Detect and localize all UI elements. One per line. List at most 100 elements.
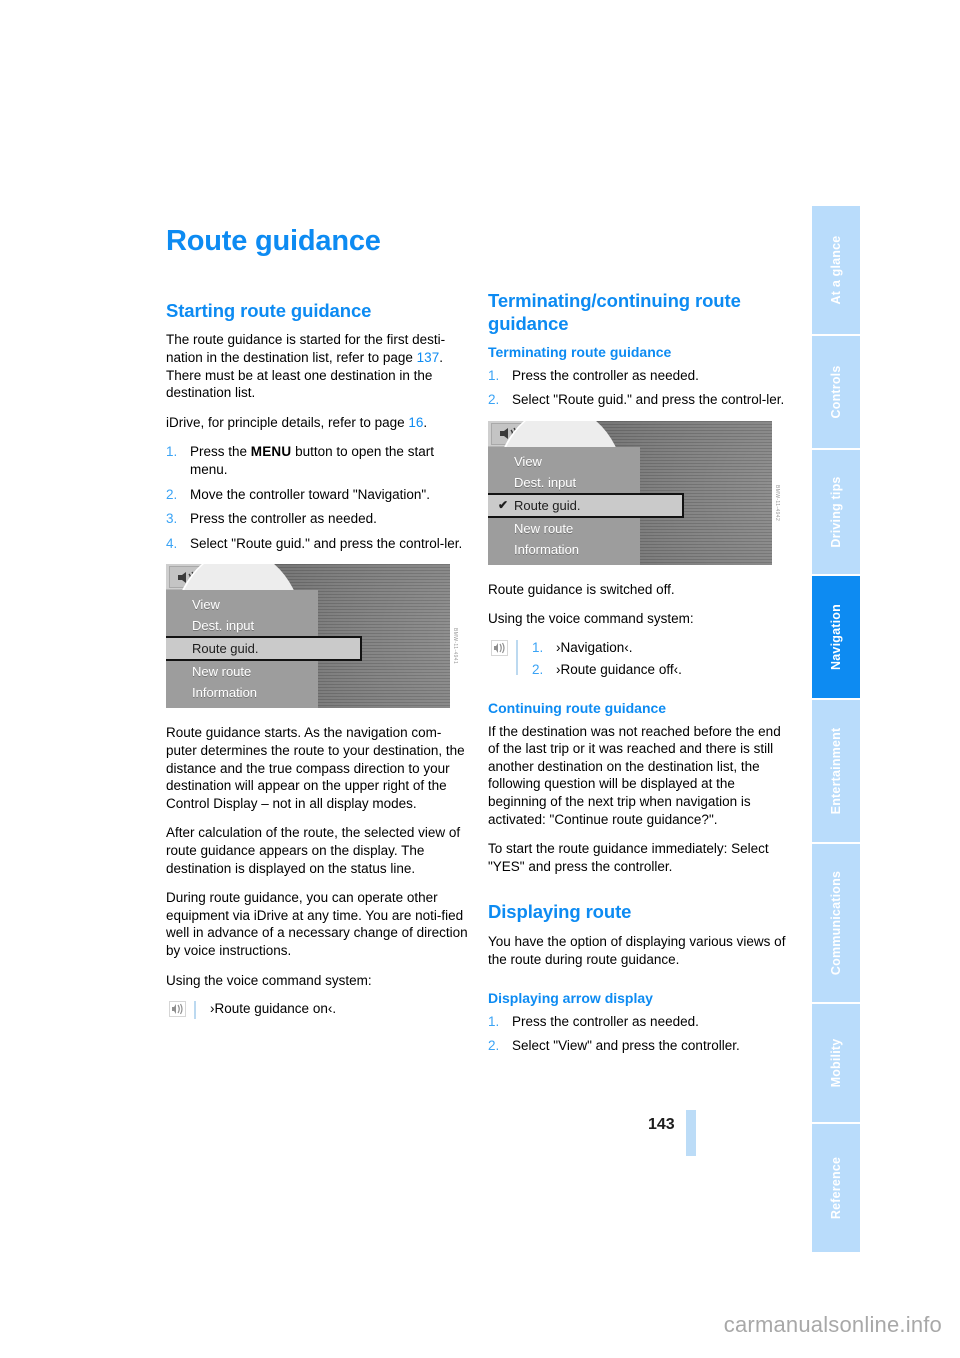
starting-steps-list: 1. Press the MENU button to open the star… xyxy=(166,443,472,552)
right-column: Terminating/continuing route guidance Te… xyxy=(488,290,794,1067)
subheading-terminating-route-guidance: Terminating route guidance xyxy=(488,344,672,361)
manual-page: At a glance Controls Driving tips Naviga… xyxy=(0,0,960,1358)
step-text: Select "View" and press the controller. xyxy=(512,1038,740,1054)
sidebar-tab-mobility[interactable]: Mobility xyxy=(812,1004,860,1122)
step-number: 1. xyxy=(166,444,178,460)
voice-command-icon xyxy=(491,640,508,656)
sidebar-tab-entertainment[interactable]: Entertainment xyxy=(812,700,860,842)
list-item: 2. ›Route guidance off‹. xyxy=(532,661,794,679)
sidebar-tab-label: Navigation xyxy=(829,604,843,670)
section-heading-starting-route-guidance: Starting route guidance xyxy=(166,299,372,321)
menu-item-route-guid-label: Route guid. xyxy=(514,497,581,513)
idrive-screen-figure-left: View Dest. input Route guid. New route I… xyxy=(166,564,472,709)
voice-command-block-right: 1. ›Navigation‹. 2. ›Route guidance off‹. xyxy=(488,639,794,678)
idrive-screen: View Dest. input ✔ Route guid. New route … xyxy=(488,420,772,565)
paragraph-using-voice-command: Using the voice command system: xyxy=(488,611,694,627)
paragraph-intro-2: iDrive, for principle details, refer to … xyxy=(166,414,472,432)
list-item: 1. Press the MENU button to open the star… xyxy=(166,443,472,478)
page-reference-137[interactable]: 137 xyxy=(417,350,440,365)
list-item: 3. Press the controller as needed. xyxy=(166,510,472,528)
idrive-text-b: . xyxy=(423,414,428,430)
step-text: Select "Route guid." and press the contr… xyxy=(512,392,785,408)
figure-code: BMW-11-4942 xyxy=(774,484,780,521)
paragraph-displaying-route-body: You have the option of displaying variou… xyxy=(488,934,786,967)
intro-text-b: . xyxy=(439,350,443,366)
sidebar-tab-communications[interactable]: Communications xyxy=(812,844,860,1002)
intro-text-a: The route guidance is started for the fi… xyxy=(166,332,446,366)
step-number: 3. xyxy=(166,511,178,527)
checkmark-icon: ✔ xyxy=(498,497,509,512)
section-tab-rail: At a glance Controls Driving tips Naviga… xyxy=(812,206,860,1252)
section-heading-displaying-route: Displaying route xyxy=(488,901,632,923)
sidebar-tab-driving-tips[interactable]: Driving tips xyxy=(812,450,860,574)
voice-command-icon xyxy=(169,1001,186,1018)
menu-item-split[interactable]: Split xyxy=(488,560,640,565)
paragraph-using-voice-command: Using the voice command system: xyxy=(166,972,372,988)
menu-item-view[interactable]: View xyxy=(166,594,318,615)
step-text: Press the controller as needed. xyxy=(190,511,377,527)
menu-item-split[interactable]: Split xyxy=(166,703,318,708)
sidebar-tab-label: Driving tips xyxy=(829,476,843,548)
page-title: Route guidance xyxy=(166,225,381,257)
arrow-display-steps-list: 1. Press the controller as needed. 2. Sele… xyxy=(488,1013,794,1055)
voice-command-block-left: ›Route guidance on‹. xyxy=(166,1000,472,1022)
step-text: Press the controller as needed. xyxy=(512,367,699,383)
idrive-screen-figure-right: View Dest. input ✔ Route guid. New route … xyxy=(488,420,794,565)
step-number: 1. xyxy=(488,1013,500,1029)
step-number: 4. xyxy=(166,535,178,551)
step-text: Select "Route guid." and press the contr… xyxy=(190,535,463,551)
paragraph-continuing-body: If the destination was not reached befor… xyxy=(488,723,781,827)
paragraph-start-immediately: To start the route guidance immediately:… xyxy=(488,841,769,874)
menu-item-split-label: Split xyxy=(192,706,217,708)
menu-item-new-route[interactable]: New route xyxy=(488,518,640,539)
subheading-displaying-arrow-display: Displaying arrow display xyxy=(488,990,653,1007)
paragraph-route-guidance-starts: Route guidance starts. As the navigation… xyxy=(166,725,465,811)
menu-item-dest-input[interactable]: Dest. input xyxy=(166,615,318,636)
menu-item-information[interactable]: Information xyxy=(166,682,318,703)
subheading-continuing-route-guidance: Continuing route guidance xyxy=(488,700,667,717)
sidebar-tab-label: Entertainment xyxy=(829,727,843,815)
section-heading-terminating-continuing: Terminating/continuing route guidance xyxy=(488,290,741,334)
voice-command-rule xyxy=(516,640,518,676)
sidebar-tab-navigation[interactable]: Navigation xyxy=(812,576,860,698)
left-column: Route guidance Starting route guidance T… xyxy=(166,225,472,1034)
voice-command-steps: 1. ›Navigation‹. 2. ›Route guidance off‹. xyxy=(532,639,794,678)
menu-item-view[interactable]: View xyxy=(488,451,640,472)
step-number: 1. xyxy=(488,367,500,383)
page-edge-marker xyxy=(686,1110,696,1156)
list-item: 4. Select "Route guid." and press the con… xyxy=(166,535,472,553)
sidebar-tab-label: At a glance xyxy=(829,235,843,305)
step-number: 2. xyxy=(532,661,544,677)
sidebar-tab-at-a-glance[interactable]: At a glance xyxy=(812,206,860,334)
figure-code: BMW-11-4941 xyxy=(452,628,458,665)
paragraph-route-guidance-off: Route guidance is switched off. xyxy=(488,581,675,597)
step-text-a: Press the xyxy=(190,444,251,460)
step-number: 1. xyxy=(532,640,544,655)
menu-item-route-guid-selected[interactable]: ✔ Route guid. xyxy=(488,492,684,518)
sidebar-tab-label: Controls xyxy=(829,365,843,419)
menu-item-route-guid-selected[interactable]: Route guid. xyxy=(166,636,362,662)
idrive-menu-list: View Dest. input ✔ Route guid. New route … xyxy=(488,446,684,565)
step-number: 2. xyxy=(488,392,500,408)
step-number: 2. xyxy=(166,486,178,502)
page-reference-16[interactable]: 16 xyxy=(408,415,423,430)
list-item: 1. Press the controller as needed. xyxy=(488,1013,794,1031)
voice-command-text: ›Route guidance on‹. xyxy=(210,1001,337,1017)
voice-step-text: ›Route guidance off‹. xyxy=(556,661,682,677)
menu-button-keycap: MENU xyxy=(250,444,292,460)
voice-step-text: ›Navigation‹. xyxy=(556,640,633,655)
sidebar-tab-controls[interactable]: Controls xyxy=(812,336,860,448)
sidebar-tab-reference[interactable]: Reference xyxy=(812,1124,860,1252)
menu-item-information[interactable]: Information xyxy=(488,539,640,560)
sidebar-tab-label: Mobility xyxy=(829,1038,843,1088)
page-number: 143 xyxy=(648,1116,675,1133)
paragraph-after-calculation: After calculation of the route, the sele… xyxy=(166,825,461,876)
paragraph-intro-1: The route guidance is started for the fi… xyxy=(166,331,472,401)
intro-text-c: There must be at least one destination i… xyxy=(166,367,433,401)
menu-item-dest-input[interactable]: Dest. input xyxy=(488,472,640,493)
menu-item-new-route[interactable]: New route xyxy=(166,661,318,682)
list-item: 2. Select "Route guid." and press the con… xyxy=(488,391,794,409)
paragraph-during-route-guidance: During route guidance, you can operate o… xyxy=(166,890,468,958)
idrive-text-a: iDrive, for principle details, refer to … xyxy=(166,414,409,430)
sidebar-tab-label: Reference xyxy=(829,1156,843,1220)
